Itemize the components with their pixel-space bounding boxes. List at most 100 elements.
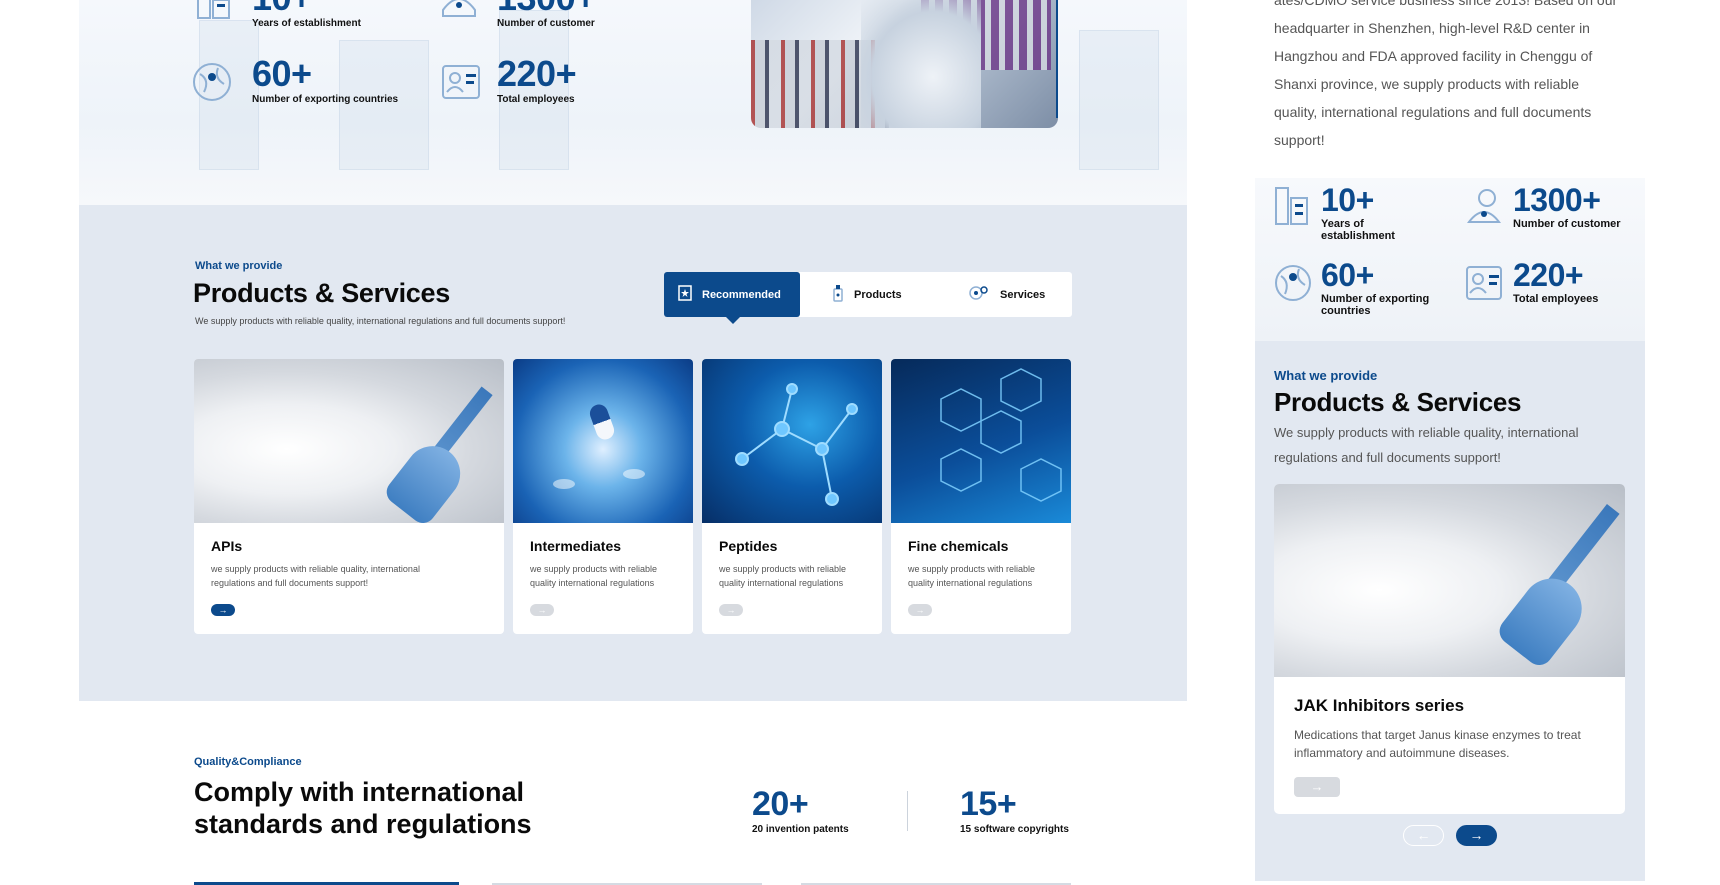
powder-image (194, 359, 504, 528)
globe-icon (1274, 264, 1312, 307)
mobile-stat-countries: 60+ Number of exporting countries (1321, 259, 1429, 317)
card-text-line: we supply products with reliable (908, 564, 1036, 574)
card-fine-chemicals[interactable]: Fine chemicals we supply products with r… (891, 359, 1071, 634)
card-text-line: inflammatory and autoimmune diseases. (1294, 746, 1510, 760)
arrow-right-icon[interactable]: → (211, 604, 235, 616)
card-text-line: we supply products with reliable quality… (211, 564, 420, 574)
card-text-line: Medications that target Janus kinase enz… (1294, 728, 1581, 742)
section-subtitle: We supply products with reliable quality… (195, 316, 566, 326)
arrow-right-icon[interactable]: → (1294, 777, 1340, 797)
stat-label: Total employees (1513, 293, 1599, 305)
stat-number: 10+ (1321, 182, 1374, 218)
droplet (623, 469, 645, 479)
stat-copyrights: 15+ 15 software copyrights (960, 786, 1069, 835)
quality-title-line: standards and regulations (194, 809, 532, 839)
card-title: Peptides (719, 538, 778, 554)
bottle-icon (832, 284, 844, 305)
stats-band: 10+ Years of establishment 1300+ Number … (79, 0, 1187, 205)
stat-number: 220+ (497, 53, 577, 94)
skyline-decoration (1079, 30, 1159, 170)
desktop-preview: 10+ Years of establishment 1300+ Number … (79, 0, 1187, 885)
card-text: we supply products with reliable quality… (211, 562, 420, 590)
stat-number: 10+ (252, 0, 361, 16)
card-intermediates[interactable]: Intermediates we supply products with re… (513, 359, 693, 634)
peptides-image (702, 359, 882, 523)
spoon (1494, 566, 1594, 671)
employee-badge-icon (1465, 264, 1507, 307)
card-apis[interactable]: APIs we supply products with reliable qu… (194, 359, 504, 634)
tab-products[interactable]: Products (832, 272, 932, 317)
tab-label: Products (854, 288, 902, 301)
badge-icon (678, 285, 692, 304)
tab-services[interactable]: Services (968, 272, 1068, 317)
card-text-line: we supply products with reliable (719, 564, 847, 574)
service-icon (968, 284, 990, 305)
stat-label: Number of exporting (1321, 293, 1430, 305)
card-title: APIs (211, 538, 243, 554)
capsule (587, 402, 617, 442)
building-icon (1274, 186, 1310, 231)
quality-eyebrow: Quality&Compliance (194, 756, 302, 768)
card-text: we supply products with reliable quality … (530, 562, 657, 590)
card-peptides[interactable]: Peptides we supply products with reliabl… (702, 359, 882, 634)
mobile-products-services: What we provide Products & Services We s… (1255, 341, 1645, 881)
molecule-graphic (735, 383, 858, 506)
prev-button[interactable]: ← (1403, 825, 1444, 846)
mobile-intro: ates/CDMO service business since 2013! B… (1255, 0, 1645, 341)
intro-line: support! (1274, 132, 1325, 148)
stat-label: 20 invention patents (752, 824, 849, 835)
quality-title: Comply with international standards and … (194, 776, 532, 840)
customer-icon (1465, 186, 1503, 231)
mobile-stat-years: 10+ Years of establishment (1321, 184, 1395, 242)
stat-divider (907, 791, 908, 831)
accent-edge (1056, 0, 1058, 118)
card-text: we supply products with reliable quality … (908, 562, 1035, 590)
section-eyebrow: What we provide (1274, 368, 1378, 383)
arrow-right-icon[interactable]: → (719, 604, 743, 616)
stat-number: 220+ (1513, 257, 1584, 293)
card-text-line: we supply products with reliable (530, 564, 658, 574)
stat-number: 15+ (960, 785, 1017, 823)
intro-line: Shanxi province, we supply products with… (1274, 76, 1580, 92)
intro-line: quality, international regulations and f… (1274, 104, 1592, 120)
stat-label: Years of (1321, 218, 1364, 230)
lab-image (751, 0, 1058, 128)
arrow-right-icon[interactable]: → (530, 604, 554, 616)
stat-label: Number of exporting countries (252, 94, 399, 105)
stat-label: Number of customer (497, 18, 595, 29)
stat-patents: 20+ 20 invention patents (752, 786, 849, 835)
intermediates-image (513, 359, 693, 523)
arrow-right-icon[interactable]: → (908, 604, 932, 616)
customer-icon (439, 0, 479, 25)
section-title: Products & Services (1274, 387, 1522, 417)
hexagon-graphic (940, 368, 1062, 502)
mobile-stat-employees: 220+ Total employees (1513, 259, 1598, 305)
stat-label: 15 software copyrights (960, 824, 1069, 835)
next-button[interactable]: → (1456, 825, 1497, 846)
card-text-line: quality international regulations (719, 578, 844, 588)
card-title: Intermediates (530, 538, 622, 554)
stat-number: 60+ (252, 53, 312, 94)
building-icon (195, 0, 235, 25)
stat-number: 1300+ (497, 0, 596, 16)
powder-image (1274, 484, 1625, 677)
section-subtitle: We supply products with reliable quality… (1274, 420, 1578, 470)
stat-label: countries (1321, 305, 1371, 317)
product-card[interactable]: JAK Inhibitors series Medications that t… (1274, 484, 1625, 814)
card-title: Fine chemicals (908, 538, 1009, 554)
quality-title-line: Comply with international (194, 777, 525, 807)
subtitle-line: regulations and full documents support! (1274, 450, 1501, 465)
stat-label: establishment (1321, 230, 1395, 242)
products-services-section: What we provide Products & Services We s… (79, 205, 1187, 701)
spoon (381, 435, 472, 528)
mobile-stat-customers: 1300+ Number of customer (1513, 184, 1621, 230)
stat-label: Years of establishment (252, 18, 361, 29)
tab-recommended[interactable]: Recommended (664, 272, 800, 324)
card-text: Medications that target Janus kinase enz… (1294, 726, 1581, 762)
card-text: we supply products with reliable quality … (719, 562, 846, 590)
droplet (553, 479, 575, 489)
stat-countries: 60+ Number of exporting countries (252, 53, 399, 106)
stat-employees: 220+ Total employees (497, 53, 577, 106)
card-title: JAK Inhibitors series (1294, 696, 1465, 715)
stat-number: 1300+ (1513, 182, 1601, 218)
